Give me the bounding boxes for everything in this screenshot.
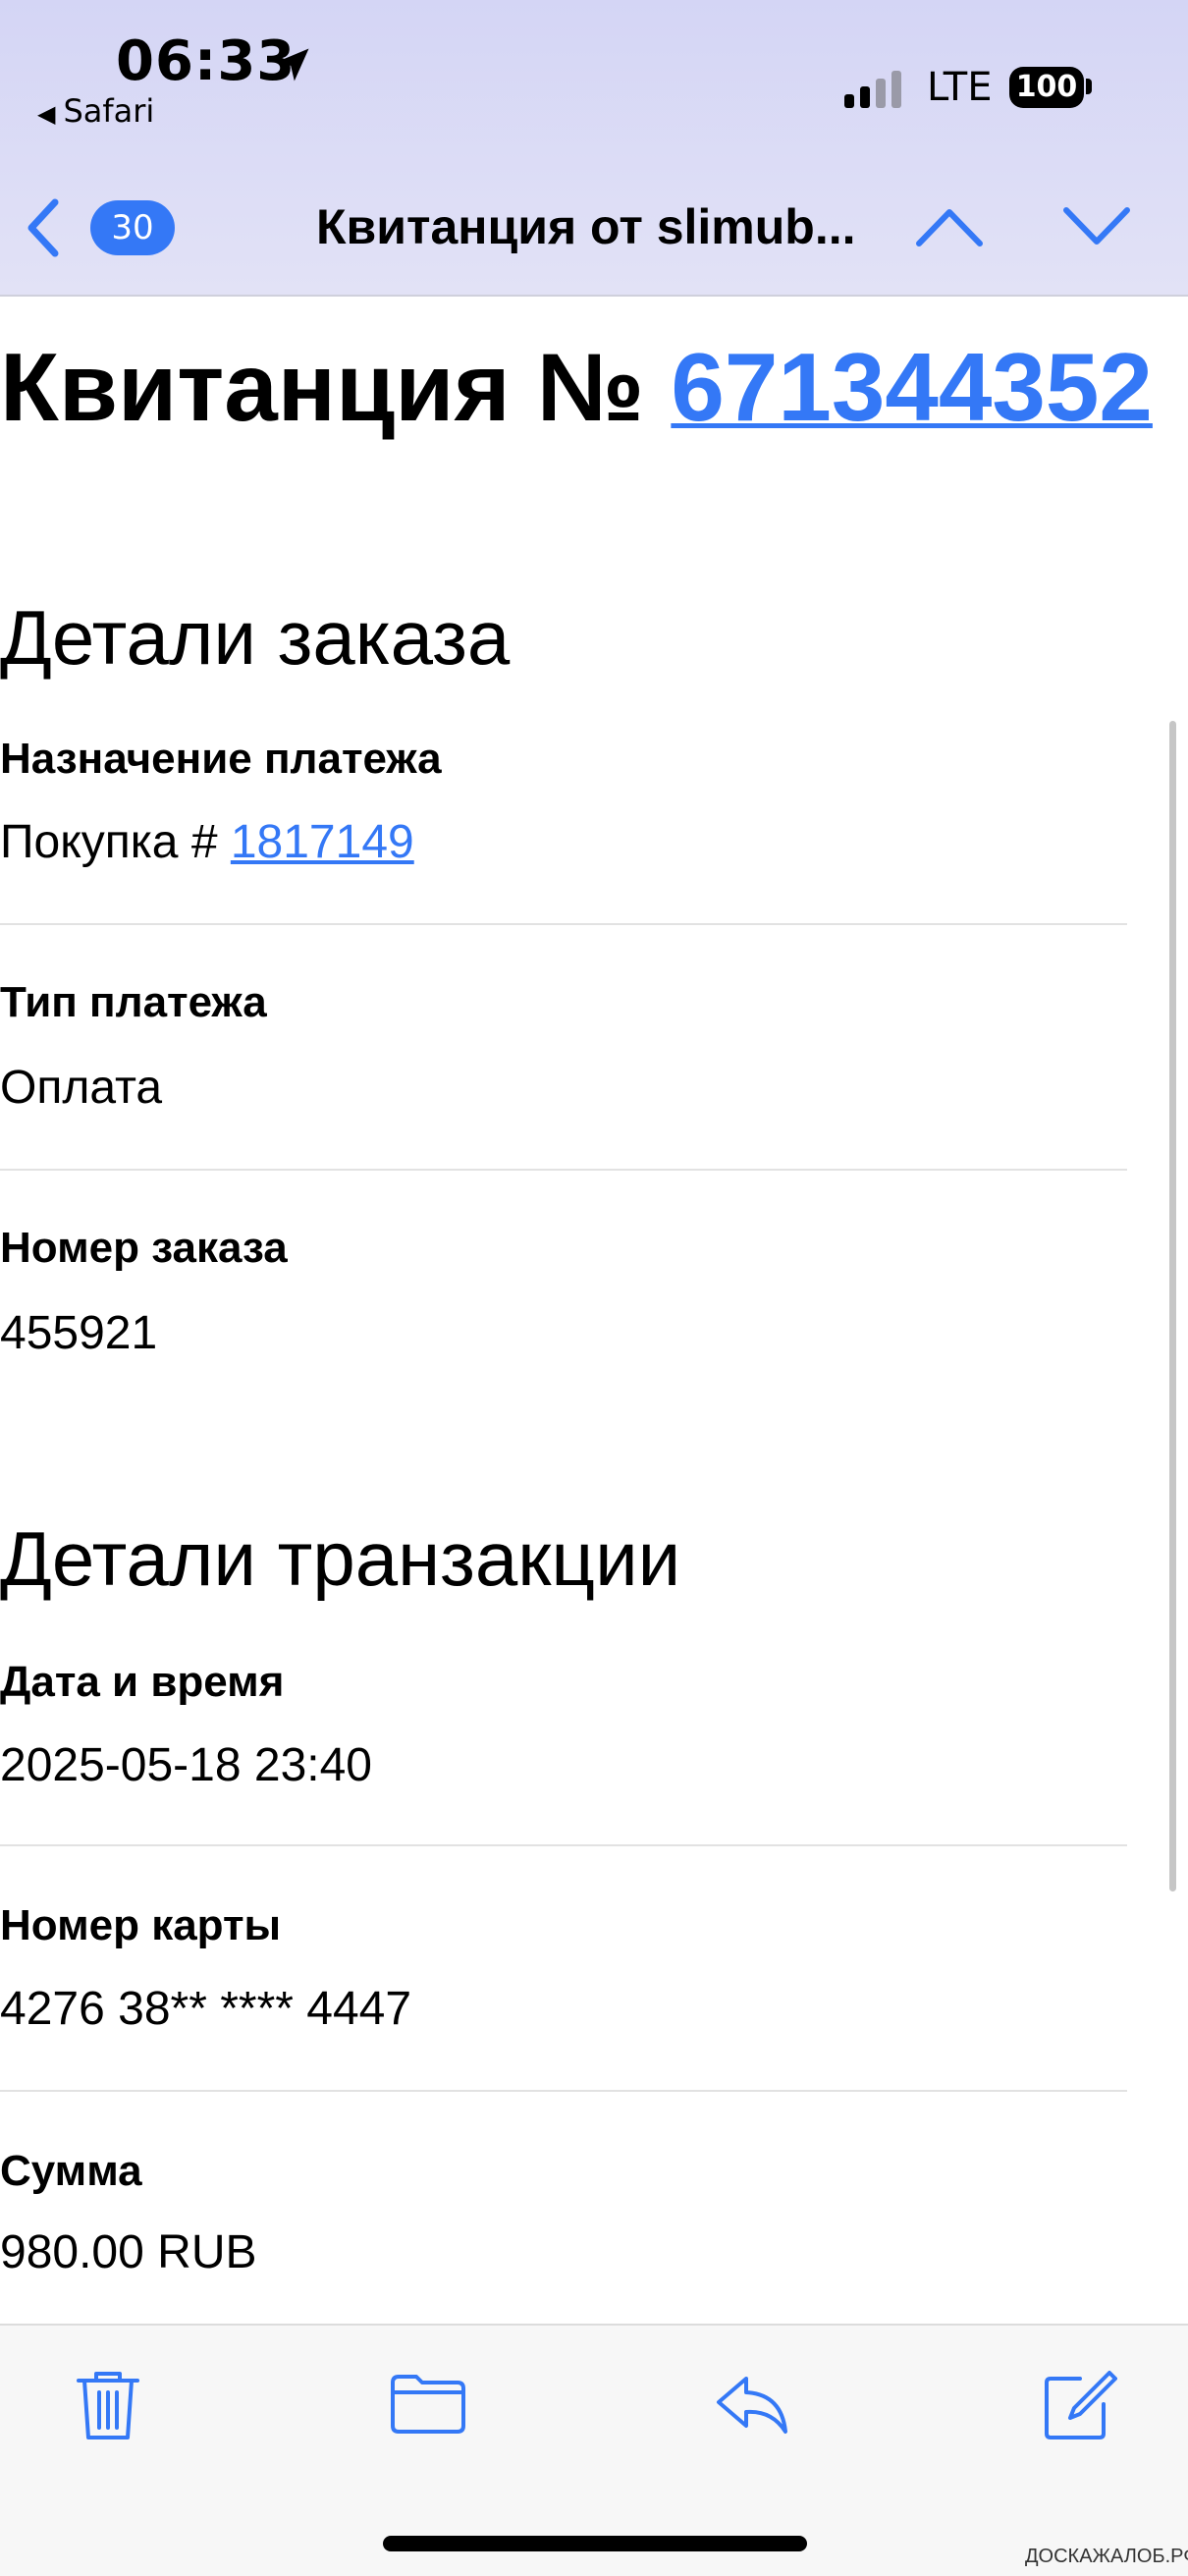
purchase-link[interactable]: 1817149 [231,816,414,868]
divider [0,2090,1127,2092]
trash-icon[interactable] [69,2365,147,2443]
watermark: ДОСКАЖАЛОБ.РФ [1025,2546,1188,2567]
nav-title: Квитанция от slimub... [316,199,856,254]
divider [0,923,1127,925]
battery-indicator: 100 [1009,67,1084,108]
payment-type-value: Оплата [0,1062,163,1114]
order-details-heading: Детали заказа [0,594,511,681]
amount-value: 980.00 RUB [0,2226,257,2278]
back-triangle-icon: ◀ [37,100,56,128]
order-number-label: Номер заказа [0,1224,288,1272]
network-type: LTE [927,65,993,110]
card-number-value: 4276 38** **** 4447 [0,1983,412,2035]
unread-count-badge[interactable]: 30 [90,200,175,255]
signal-icon [844,71,901,108]
battery-nub [1086,79,1092,94]
chevron-down-icon[interactable] [1062,202,1131,251]
compose-icon[interactable] [1039,2365,1117,2443]
scrollbar[interactable] [1169,721,1176,1891]
payment-purpose-label: Назначение платежа [0,735,442,783]
divider [0,1169,1127,1171]
chevron-left-icon[interactable] [22,196,65,259]
location-arrow-icon [276,48,309,82]
home-indicator [383,2536,807,2551]
divider [0,1844,1127,1846]
folder-icon[interactable] [389,2365,467,2443]
receipt-title-prefix: Квитанция № [0,333,672,441]
datetime-value: 2025-05-18 23:40 [0,1739,372,1791]
receipt-title: Квитанция № 671344352 [0,332,1153,443]
back-app-label: Safari [63,92,155,130]
payment-type-label: Тип платежа [0,978,267,1026]
status-time: 06:33 [116,29,297,93]
order-number-value: 455921 [0,1307,158,1359]
datetime-label: Дата и время [0,1658,285,1706]
chevron-up-icon[interactable] [915,202,984,251]
amount-label: Сумма [0,2147,142,2195]
reply-icon[interactable] [713,2365,791,2443]
payment-purpose-value: Покупка # 1817149 [0,815,414,869]
card-number-label: Номер карты [0,1901,282,1949]
payment-purpose-prefix: Покупка # [0,816,231,868]
receipt-number-link[interactable]: 671344352 [671,333,1153,441]
back-to-safari[interactable]: ◀ Safari [37,92,154,130]
transaction-details-heading: Детали транзакции [0,1515,681,1602]
